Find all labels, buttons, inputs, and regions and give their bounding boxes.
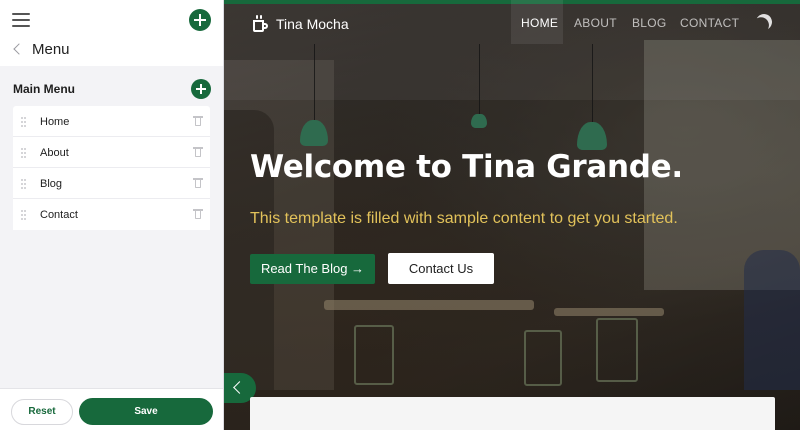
- plus-icon: [189, 9, 211, 31]
- hamburger-icon[interactable]: [12, 13, 30, 27]
- add-menu-item-button[interactable]: [191, 79, 211, 99]
- trash-icon[interactable]: [193, 209, 203, 219]
- sidebar-footer: Reset Save: [0, 388, 223, 430]
- site-title[interactable]: Tina Mocha: [276, 16, 349, 32]
- menu-item-label: Home: [40, 116, 70, 128]
- content-card: [250, 397, 775, 430]
- menu-item-label: Blog: [40, 178, 63, 190]
- nav-home[interactable]: HOME: [521, 16, 558, 30]
- coffee-cup-icon: [252, 15, 268, 33]
- site-preview: Tina Mocha HOME ABOUT BLOG CONTACT Welco…: [224, 0, 800, 430]
- read-blog-button[interactable]: Read The Blog →: [250, 254, 375, 284]
- menu-editor-sidebar: Menu Main Menu Home About Blog Contact R…: [0, 0, 224, 430]
- save-button[interactable]: Save: [79, 398, 213, 425]
- hero-title: Welcome to Tina Grande.: [250, 149, 683, 185]
- menu-item-contact[interactable]: Contact: [13, 199, 210, 230]
- nav-about[interactable]: ABOUT: [574, 16, 617, 30]
- drag-handle-icon[interactable]: [21, 148, 27, 158]
- back-button[interactable]: Menu: [12, 40, 70, 58]
- background-chair: [596, 318, 638, 382]
- section-title: Main Menu: [13, 82, 75, 96]
- drag-handle-icon[interactable]: [21, 179, 27, 189]
- background-table: [324, 300, 534, 310]
- drag-handle-icon[interactable]: [21, 117, 27, 127]
- chevron-left-icon: [13, 43, 25, 55]
- menu-item-list: Home About Blog Contact: [13, 106, 210, 230]
- background-person: [744, 250, 800, 390]
- menu-item-label: About: [40, 147, 69, 159]
- back-label: Menu: [32, 40, 70, 58]
- background-table: [554, 308, 664, 316]
- drag-handle-icon[interactable]: [21, 210, 27, 220]
- menu-item-label: Contact: [40, 209, 78, 221]
- reset-button[interactable]: Reset: [11, 399, 73, 425]
- contact-us-button[interactable]: Contact Us: [388, 253, 494, 284]
- menu-item-home[interactable]: Home: [13, 106, 210, 137]
- sidebar-header: Menu: [0, 0, 223, 66]
- nav-blog[interactable]: BLOG: [632, 16, 667, 30]
- add-menu-button[interactable]: [189, 9, 211, 31]
- menu-item-blog[interactable]: Blog: [13, 168, 210, 199]
- chevron-left-icon: [233, 381, 246, 394]
- background-chair: [354, 325, 394, 385]
- nav-contact[interactable]: CONTACT: [680, 16, 739, 30]
- trash-icon[interactable]: [193, 147, 203, 157]
- plus-icon: [191, 79, 211, 99]
- hero-subtitle: This template is filled with sample cont…: [250, 210, 678, 227]
- trash-icon[interactable]: [193, 116, 203, 126]
- trash-icon[interactable]: [193, 178, 203, 188]
- background-chair: [524, 330, 562, 386]
- menu-item-about[interactable]: About: [13, 137, 210, 168]
